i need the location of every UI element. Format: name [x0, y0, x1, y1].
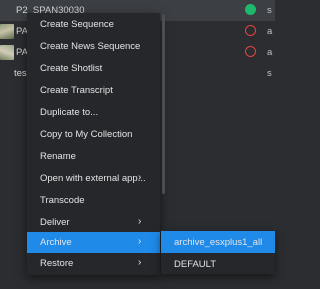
status-offline-icon — [245, 25, 256, 36]
asset-meta-text: a — [267, 47, 273, 58]
asset-meta-text: a — [267, 26, 273, 37]
status-online-icon — [245, 4, 256, 15]
asset-thumbnail — [0, 24, 14, 39]
submenu-item-archive-esxplus1-all[interactable]: archive_esxplus1_all — [161, 231, 275, 253]
menu-item-label: Transcode — [40, 195, 85, 206]
menu-item-archive[interactable]: Archive › — [27, 232, 160, 253]
menu-item-label: Duplicate to... — [40, 107, 99, 118]
archive-submenu: archive_esxplus1_all DEFAULT — [161, 230, 275, 274]
submenu-item-label: DEFAULT — [174, 259, 217, 270]
menu-item-create-news-sequence[interactable]: Create News Sequence — [27, 36, 160, 57]
chevron-right-icon: › — [138, 257, 142, 268]
menu-item-label: Create Sequence — [40, 19, 114, 30]
submenu-item-label: archive_esxplus1_all — [174, 237, 263, 248]
menu-item-deliver[interactable]: Deliver › — [27, 212, 160, 233]
menu-item-label: Create News Sequence — [40, 41, 141, 52]
context-menu: Create Sequence Create News Sequence Cre… — [27, 13, 160, 275]
asset-name: tes — [14, 68, 27, 79]
menu-item-open-with-external-app[interactable]: Open with external app... › — [27, 168, 160, 189]
menu-item-create-sequence[interactable]: Create Sequence — [27, 14, 160, 35]
submenu-item-default[interactable]: DEFAULT — [161, 253, 275, 275]
asset-meta-text: s — [267, 5, 272, 16]
menu-item-restore[interactable]: Restore › — [27, 253, 160, 274]
menu-item-rename[interactable]: Rename — [27, 146, 160, 167]
menu-item-label: Archive — [40, 237, 72, 248]
menu-item-label: Restore — [40, 258, 74, 269]
menu-item-label: Deliver — [40, 217, 70, 228]
menu-item-duplicate-to[interactable]: Duplicate to... — [27, 102, 160, 123]
menu-item-transcode[interactable]: Transcode — [27, 190, 160, 211]
chevron-right-icon: › — [138, 236, 142, 247]
chevron-right-icon: › — [138, 172, 142, 183]
menu-item-label: Create Transcript — [40, 85, 113, 96]
menu-item-label: Open with external app... — [40, 173, 146, 184]
menu-item-create-transcript[interactable]: Create Transcript — [27, 80, 160, 101]
menu-item-label: Rename — [40, 151, 76, 162]
menu-scrollbar[interactable] — [162, 14, 165, 194]
menu-item-create-shotlist[interactable]: Create Shotlist — [27, 58, 160, 79]
menu-item-copy-to-my-collection[interactable]: Copy to My Collection — [27, 124, 160, 145]
chevron-right-icon: › — [138, 216, 142, 227]
asset-meta-text: s — [267, 68, 272, 79]
asset-thumbnail — [0, 45, 14, 60]
status-offline-icon — [245, 46, 256, 57]
menu-item-label: Create Shotlist — [40, 63, 103, 74]
menu-item-label: Copy to My Collection — [40, 129, 133, 140]
